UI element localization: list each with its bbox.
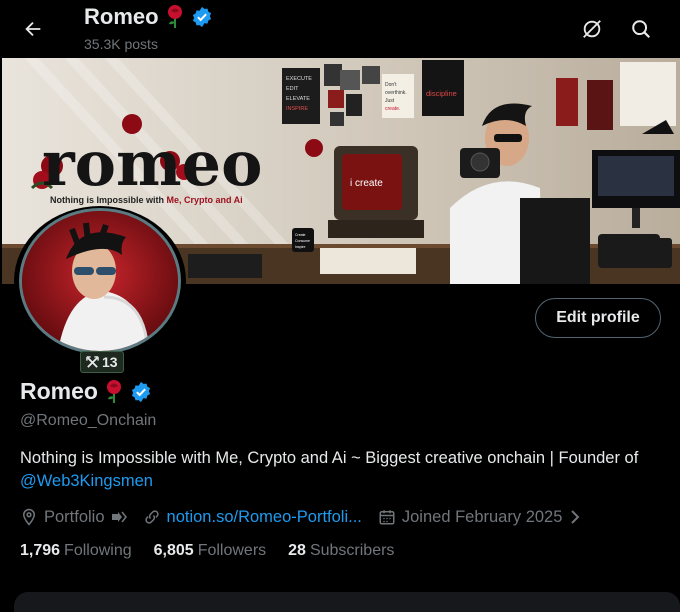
website-item[interactable]: notion.so/Romeo-Portfoli... xyxy=(143,508,362,527)
banner-mug-line: Inspire xyxy=(295,245,306,249)
banner-sticky-note-board: EXECUTE EDIT ELEVATE INSPIRE xyxy=(282,68,320,124)
banner-sticky-line: ELEVATE xyxy=(286,96,310,102)
following-label: Following xyxy=(64,542,132,559)
banner-logo-text: romeo xyxy=(42,127,262,200)
banner-sticky-line: INSPIRE xyxy=(286,106,308,112)
cross-arrows-icon xyxy=(86,355,99,368)
refresh-icon xyxy=(583,20,601,38)
following-count: 1,796 xyxy=(20,542,61,559)
verified-badge-icon xyxy=(192,6,211,28)
header-title: Romeo xyxy=(84,4,213,30)
banner-sticky-line: EDIT xyxy=(286,86,299,92)
banner-note-line: create. xyxy=(385,106,400,112)
profile-bio: Nothing is Impossible with Me, Crypto an… xyxy=(20,447,670,493)
location-icon xyxy=(22,508,36,526)
rose-icon xyxy=(106,379,121,403)
category-label: Portfolio xyxy=(44,507,105,526)
avatar-badge-count: 13 xyxy=(102,354,118,370)
website-link[interactable]: notion.so/Romeo-Portfoli... xyxy=(167,508,362,527)
subscribers-label: Subscribers xyxy=(309,542,395,559)
banner-sticky-line: EXECUTE xyxy=(286,76,312,82)
profile-stats-row: 1,796 Following 6,805 Followers 28 Subscrib… xyxy=(20,542,416,560)
profile-display-name: Romeo xyxy=(20,378,98,404)
refresh-button[interactable] xyxy=(575,12,609,46)
profile-name-row: Romeo xyxy=(20,378,152,405)
edit-profile-button[interactable]: Edit profile xyxy=(535,298,661,338)
subscribers-count: 28 xyxy=(288,542,306,559)
rose-icon xyxy=(167,5,182,28)
bio-mention-link[interactable]: @Web3Kingsmen xyxy=(20,472,153,490)
banner-mug-line: Create xyxy=(295,233,306,237)
banner-tagline-highlight: Me, Crypto and Ai xyxy=(167,195,243,205)
header-display-name: Romeo xyxy=(84,4,159,29)
avatar-container[interactable] xyxy=(14,206,186,356)
banner-tagline-prefix: Nothing is Impossible with xyxy=(50,195,167,205)
banner-mug-line: Consume xyxy=(295,239,310,243)
avatar-artwork xyxy=(22,211,178,351)
avatar-badge[interactable]: 13 xyxy=(80,351,124,373)
avatar[interactable] xyxy=(19,208,181,354)
chevron-right-icon xyxy=(571,510,580,524)
subscribers-stat[interactable]: 28 Subscribers xyxy=(288,542,394,560)
link-icon xyxy=(144,510,159,524)
followers-stat[interactable]: 6,805 Followers xyxy=(154,542,267,560)
following-stat[interactable]: 1,796 Following xyxy=(20,542,132,560)
banner-tv-text: i create xyxy=(350,178,383,189)
banner-tv-set: i create xyxy=(328,146,424,238)
profile-header-bar: Romeo 35.3K posts xyxy=(0,0,680,58)
profile-handle: @Romeo_Onchain xyxy=(20,412,157,429)
joined-label: Joined February 2025 xyxy=(401,507,563,526)
profile-meta-row: Portfolio notion.so/Romeo-Portfoli... Jo… xyxy=(20,505,598,529)
banner-poster-text: discipline xyxy=(426,89,457,98)
joined-item[interactable]: Joined February 2025 xyxy=(378,508,583,527)
next-section-card xyxy=(14,592,680,612)
banner-note-line: overthink. xyxy=(385,90,407,96)
search-icon xyxy=(632,20,651,39)
verified-badge-icon[interactable] xyxy=(130,381,152,403)
affiliate-arrow-icon xyxy=(111,511,127,523)
header-posts-count: 35.3K posts xyxy=(84,36,158,52)
back-button[interactable] xyxy=(16,12,50,46)
search-button[interactable] xyxy=(624,12,658,46)
bio-text: Nothing is Impossible with Me, Crypto an… xyxy=(20,449,639,467)
banner-note-line: Don't xyxy=(385,82,397,88)
back-arrow-icon xyxy=(25,21,41,37)
followers-count: 6,805 xyxy=(153,542,194,559)
calendar-icon xyxy=(379,510,395,525)
svg-text:Nothing is Impossible with Me,: Nothing is Impossible with Me, Crypto an… xyxy=(50,195,243,205)
category-item[interactable]: Portfolio xyxy=(20,508,127,527)
banner-note-line: Just xyxy=(385,98,395,104)
followers-label: Followers xyxy=(197,542,267,559)
